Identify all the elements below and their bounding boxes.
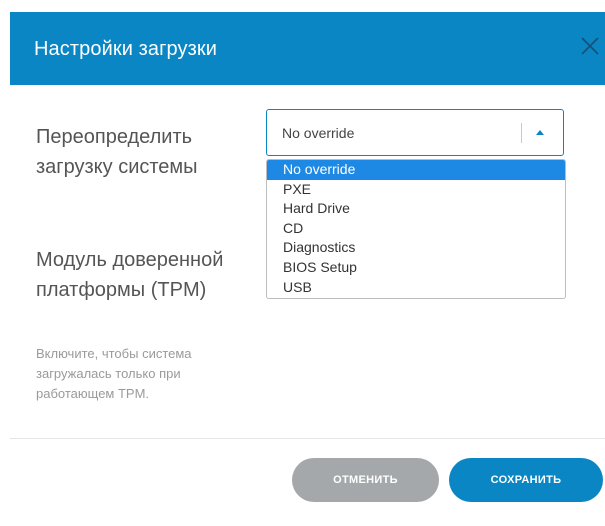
option-usb[interactable]: USB <box>267 278 565 298</box>
chevron-up-icon[interactable] <box>536 130 544 135</box>
option-diagnostics[interactable]: Diagnostics <box>267 238 565 258</box>
option-cd[interactable]: CD <box>267 219 565 239</box>
select-divider <box>521 123 522 143</box>
tpm-label: Модуль доверенной платформы (TPM) <box>36 249 224 301</box>
save-button[interactable]: СОХРАНИТЬ <box>449 458 603 502</box>
option-bios-setup[interactable]: BIOS Setup <box>267 258 565 278</box>
boot-settings-dialog: Настройки загрузки Переопределить загруз… <box>0 0 605 526</box>
boot-override-label: Переопределить загрузку системы <box>36 126 198 178</box>
boot-override-select[interactable]: No override <box>266 109 564 156</box>
option-no-override[interactable]: No override <box>267 160 565 180</box>
boot-override-options-list: No override PXE Hard Drive CD Diagnostic… <box>266 159 566 299</box>
close-icon[interactable] <box>579 35 601 57</box>
select-current-value: No override <box>282 125 355 141</box>
option-hard-drive[interactable]: Hard Drive <box>267 199 565 219</box>
dialog-header: Настройки загрузки <box>10 12 605 85</box>
dialog-title: Настройки загрузки <box>34 38 218 60</box>
option-pxe[interactable]: PXE <box>267 180 565 200</box>
footer-divider <box>10 438 605 439</box>
tpm-description: Включите, чтобы система загружалась толь… <box>36 346 192 401</box>
cancel-button[interactable]: ОТМЕНИТЬ <box>292 458 439 502</box>
